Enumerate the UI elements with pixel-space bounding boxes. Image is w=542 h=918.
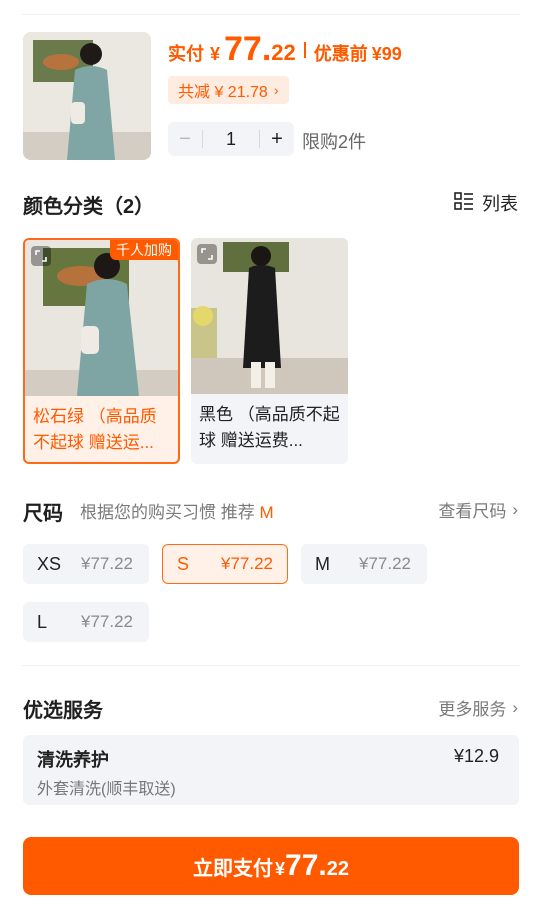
color-option-card[interactable]: 千人加购 松石绿 （高品质不起球 赠送运... bbox=[23, 238, 180, 464]
size-section-title: 尺码 bbox=[23, 503, 63, 525]
list-toggle-label: 列表 bbox=[482, 194, 518, 214]
price-before-label: 优惠前 bbox=[313, 44, 368, 64]
pay-label: 立即支付 bbox=[193, 858, 273, 880]
size-recommendation: 根据您的购买习惯 推荐 M bbox=[80, 498, 274, 523]
size-option[interactable]: L ¥77.22 bbox=[23, 602, 149, 642]
popular-badge: 千人加购 bbox=[110, 240, 178, 260]
pay-now-button[interactable]: 立即支付 ¥ 77. 22 bbox=[23, 837, 519, 895]
price-integer: 77. bbox=[224, 30, 272, 68]
service-section-title: 优选服务 bbox=[23, 700, 103, 722]
size-label: XS bbox=[37, 553, 62, 574]
increment-button[interactable]: + bbox=[260, 122, 294, 156]
product-thumbnail[interactable] bbox=[23, 32, 151, 160]
size-label: S bbox=[177, 553, 190, 574]
color-option-label: 松石绿 （高品质不起球 赠送运... bbox=[33, 407, 157, 452]
list-icon bbox=[454, 191, 474, 216]
size-option[interactable]: XS ¥77.22 bbox=[23, 544, 149, 584]
top-divider bbox=[22, 14, 520, 15]
size-hint-text: 根据您的购买习惯 推荐 bbox=[80, 503, 255, 522]
price-line: 实付 ¥ 77. 22 优惠前 ¥99 bbox=[168, 30, 402, 70]
size-label: M bbox=[315, 553, 330, 574]
color-option-label: 黑色 （高品质不起球 赠送运费... bbox=[199, 405, 340, 450]
service-option[interactable]: 清洗养护 外套清洗(顺丰取送) ¥12.9 bbox=[23, 735, 519, 805]
chevron-right-icon: › bbox=[512, 499, 518, 519]
color-option-card[interactable]: 黑色 （高品质不起球 赠送运费... bbox=[191, 238, 348, 464]
more-services-label: 更多服务 bbox=[438, 700, 507, 719]
pay-currency: ¥ bbox=[275, 859, 286, 879]
section-divider bbox=[22, 665, 520, 666]
price-label: 实付 bbox=[168, 44, 204, 64]
size-label: L bbox=[37, 611, 48, 632]
quantity-stepper: − 1 + bbox=[168, 122, 294, 156]
price-separator bbox=[303, 42, 306, 58]
service-description: 外套清洗(顺丰取送) bbox=[37, 781, 176, 798]
discount-text: 共减 ¥ 21.78 bbox=[178, 84, 268, 101]
price-before-value: ¥99 bbox=[371, 44, 402, 64]
chevron-right-icon: › bbox=[273, 82, 279, 98]
size-price: ¥77.22 bbox=[81, 612, 133, 631]
more-services-link[interactable]: 更多服务 › bbox=[438, 695, 518, 720]
quantity-value[interactable]: 1 bbox=[203, 129, 259, 150]
size-price: ¥77.22 bbox=[359, 554, 411, 573]
discount-badge[interactable]: 共减 ¥ 21.78 › bbox=[168, 76, 289, 104]
size-price: ¥77.22 bbox=[81, 554, 133, 573]
purchase-limit: 限购2件 bbox=[302, 132, 367, 152]
service-price: ¥12.9 bbox=[453, 746, 499, 766]
size-option[interactable]: M ¥77.22 bbox=[301, 544, 427, 584]
view-size-label: 查看尺码 bbox=[438, 502, 507, 521]
decrement-button[interactable]: − bbox=[168, 122, 202, 156]
recommended-size: M bbox=[259, 503, 274, 522]
pay-amount-decimal: 22 bbox=[326, 858, 349, 880]
size-price: ¥77.22 bbox=[221, 554, 273, 573]
size-option-selected[interactable]: S ¥77.22 bbox=[162, 544, 288, 584]
chevron-right-icon: › bbox=[512, 697, 518, 717]
service-title: 清洗养护 bbox=[37, 750, 109, 770]
expand-icon[interactable] bbox=[31, 246, 51, 266]
price-currency: ¥ bbox=[210, 44, 221, 64]
view-size-chart-link[interactable]: 查看尺码 › bbox=[438, 497, 518, 522]
list-view-toggle[interactable]: 列表 bbox=[454, 190, 518, 216]
price-decimal: 22 bbox=[271, 40, 296, 65]
color-section-title: 颜色分类（2） bbox=[23, 196, 155, 218]
expand-icon[interactable] bbox=[197, 244, 217, 264]
pay-amount-integer: 77. bbox=[285, 849, 327, 882]
